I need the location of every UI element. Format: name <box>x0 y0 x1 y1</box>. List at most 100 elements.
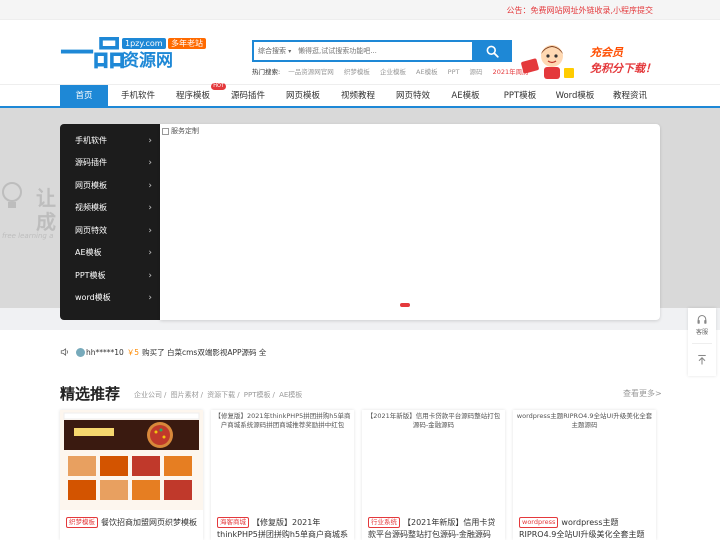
nav-item-program-templates[interactable]: 程序模板 HOT <box>168 83 226 107</box>
separator: / <box>272 391 278 399</box>
chevron-down-icon: ▾ <box>288 48 292 55</box>
nav-item-mobile-software[interactable]: 手机软件 <box>113 85 163 107</box>
product-card[interactable]: 织梦模板 餐饮招商加盟网页织梦模板 <box>60 410 203 540</box>
banner-slider[interactable]: 服务定制 <box>160 124 660 320</box>
pizza-template-preview <box>60 410 203 510</box>
ticker-text[interactable]: 购买了 白菜cms双端影视APP源码 全 <box>142 347 266 358</box>
vip-promo[interactable]: 充会员 免积分下载！ <box>520 38 660 84</box>
nav-item-word-templates[interactable]: Word模板 <box>550 85 600 107</box>
product-thumbnail[interactable]: wordpress主题RIPRO4.9全站UI升级美化全套主题源码 <box>513 410 656 510</box>
section-tag[interactable]: 资源下载 <box>207 391 235 399</box>
category-item[interactable]: AE模板 › <box>60 242 160 264</box>
section-tags: 企业公司 / 图片素材 / 资源下载 / PPT模板 / AE模板 <box>134 390 304 400</box>
product-thumbnail[interactable] <box>60 410 203 510</box>
speaker-icon <box>60 348 68 356</box>
category-item[interactable]: 网页特效 › <box>60 220 160 242</box>
hot-keyword[interactable]: 一品资源网官网 <box>288 68 334 76</box>
product-card[interactable]: wordpress主题RIPRO4.9全站UI升级美化全套主题源码 wordpr… <box>513 410 656 540</box>
section-tag[interactable]: PPT模板 <box>244 391 271 399</box>
separator: / <box>237 391 242 399</box>
category-item[interactable]: PPT模板 › <box>60 265 160 287</box>
arrow-up-icon <box>698 354 706 365</box>
promo-line-1: 充会员 <box>590 46 623 59</box>
hot-keyword[interactable]: 企业模板 <box>380 68 406 76</box>
nav-item-web-templates[interactable]: 网页模板 <box>278 85 328 107</box>
logo-domain: 1pzy.com <box>122 38 166 49</box>
product-card[interactable]: 【2021年新版】信用卡贷款平台源码整站打包源码-金融源码 行业系统 【2021年… <box>362 410 505 540</box>
ticker-price: ￥5 <box>126 347 140 357</box>
slider-dot-active[interactable] <box>400 303 410 307</box>
product-category-tag[interactable]: wordpress <box>519 517 559 528</box>
chevron-right-icon: › <box>148 248 152 258</box>
site-logo[interactable]: 一品 1pzy.com 多年老站 资源网 <box>60 36 210 72</box>
side-float-toolbar: 客服 <box>688 308 716 376</box>
product-title[interactable]: wordpress wordpress主题RIPRO4.9全站UI升级美化全套主题… <box>519 517 652 540</box>
section-tag[interactable]: 图片素材 <box>171 391 199 399</box>
product-card[interactable]: 【修复版】2021年thinkPHP5拼团拼购h5单商户商城系统源码拼团商城推荐… <box>211 410 354 540</box>
category-item[interactable]: 手机软件 › <box>60 130 160 152</box>
product-category-tag[interactable]: 行业系统 <box>368 517 400 528</box>
nav-item-home[interactable]: 首页 <box>60 85 108 107</box>
section-tag[interactable]: AE模板 <box>279 391 302 399</box>
customer-service-button[interactable]: 客服 <box>688 312 716 336</box>
broken-image-icon <box>162 127 169 135</box>
separator: / <box>200 391 206 399</box>
logo-tag: 多年老站 <box>168 38 206 49</box>
search-button[interactable] <box>472 40 512 62</box>
product-thumbnail[interactable]: 【2021年新版】信用卡贷款平台源码整站打包源码-金融源码 <box>362 410 505 510</box>
headset-icon <box>697 314 707 324</box>
slide-image[interactable]: 服务定制 <box>162 126 199 136</box>
chevron-right-icon: › <box>148 271 152 281</box>
top-bar: 公告：免费网站网址外链收录,小程序提交 <box>0 0 720 20</box>
hot-keyword[interactable]: PPT <box>448 68 460 76</box>
hero-bg-text: free learning a <box>2 232 54 240</box>
search-bar: 综合搜索 ▾ <box>252 40 512 62</box>
purchase-ticker: hh*****10 ￥5 购买了 白菜cms双端影视APP源码 全 <box>60 346 266 358</box>
nav-item-source-plugins[interactable]: 源码插件 <box>223 85 273 107</box>
broken-image-alt: 【2021年新版】信用卡贷款平台源码整站打包源码-金融源码 <box>366 412 501 429</box>
chevron-right-icon: › <box>148 226 152 236</box>
ticker-user: hh*****10 <box>86 347 124 357</box>
back-to-top-button[interactable] <box>688 348 716 372</box>
search-category-select[interactable]: 综合搜索 ▾ <box>258 46 291 56</box>
product-title[interactable]: 行业系统 【2021年新版】信用卡贷款平台源码整站打包源码-金融源码 <box>368 517 501 540</box>
broken-image-alt: 【修复版】2021年thinkPHP5拼团拼购h5单商户商城系统源码拼团商城推荐… <box>214 412 351 429</box>
chevron-right-icon: › <box>148 158 152 168</box>
nav-item-ae-templates[interactable]: AE模板 <box>443 85 488 107</box>
category-item[interactable]: 网页模板 › <box>60 175 160 197</box>
product-category-tag[interactable]: 织梦模板 <box>66 517 98 528</box>
product-category-tag[interactable]: 海客商城 <box>217 517 249 528</box>
logo-mark: 一品 <box>60 34 126 74</box>
chevron-right-icon: › <box>148 203 152 213</box>
hot-keyword[interactable]: 织梦模板 <box>344 68 370 76</box>
product-title[interactable]: 织梦模板 餐饮招商加盟网页织梦模板 <box>66 517 199 529</box>
hot-searches: 热门搜索: 一品资源网官网 织梦模板 企业模板 AE模板 PPT 源码 2021… <box>252 66 537 76</box>
lightbulb-icon <box>2 182 22 208</box>
search-input[interactable] <box>298 44 468 58</box>
logo-name: 资源网 <box>122 51 173 71</box>
broken-image-alt: wordpress主题RIPRO4.9全站UI升级美化全套主题源码 <box>516 412 653 429</box>
chevron-right-icon: › <box>148 293 152 303</box>
product-thumbnail[interactable]: 【修复版】2021年thinkPHP5拼团拼购h5单商户商城系统源码拼团商城推荐… <box>211 410 354 510</box>
hot-keyword[interactable]: AE模板 <box>416 68 438 76</box>
nav-item-tutorial-news[interactable]: 教程资讯 <box>605 85 655 107</box>
nav-item-web-effects[interactable]: 网页特效 <box>388 85 438 107</box>
nav-item-ppt-templates[interactable]: PPT模板 <box>495 85 545 107</box>
nav-item-video-tutorials[interactable]: 视频教程 <box>333 85 383 107</box>
category-item[interactable]: 视频模板 › <box>60 197 160 219</box>
promo-line-2: 免积分下载！ <box>590 62 656 75</box>
section-title: 精选推荐 <box>60 385 121 403</box>
category-item[interactable]: word模板 › <box>60 287 160 309</box>
chevron-right-icon: › <box>148 136 152 146</box>
avatar <box>76 347 85 357</box>
product-title[interactable]: 海客商城 【修复版】2021年thinkPHP5拼团拼购h5单商户商城系 <box>217 517 350 540</box>
category-menu: 手机软件 › 源码插件 › 网页模板 › 视频模板 › 网页特效 › AE模板 › PPT模… <box>60 124 160 320</box>
notice-link[interactable]: 公告：免费网站网址外链收录,小程序提交 <box>506 5 653 16</box>
hot-label: 热门搜索: <box>252 68 281 76</box>
section-tag[interactable]: 企业公司 <box>134 391 162 399</box>
view-more-link[interactable]: 查看更多> <box>623 388 662 399</box>
hot-keyword[interactable]: 源码 <box>470 68 483 76</box>
mascot-icon <box>521 45 574 79</box>
search-icon <box>486 45 499 58</box>
category-item[interactable]: 源码插件 › <box>60 152 160 174</box>
